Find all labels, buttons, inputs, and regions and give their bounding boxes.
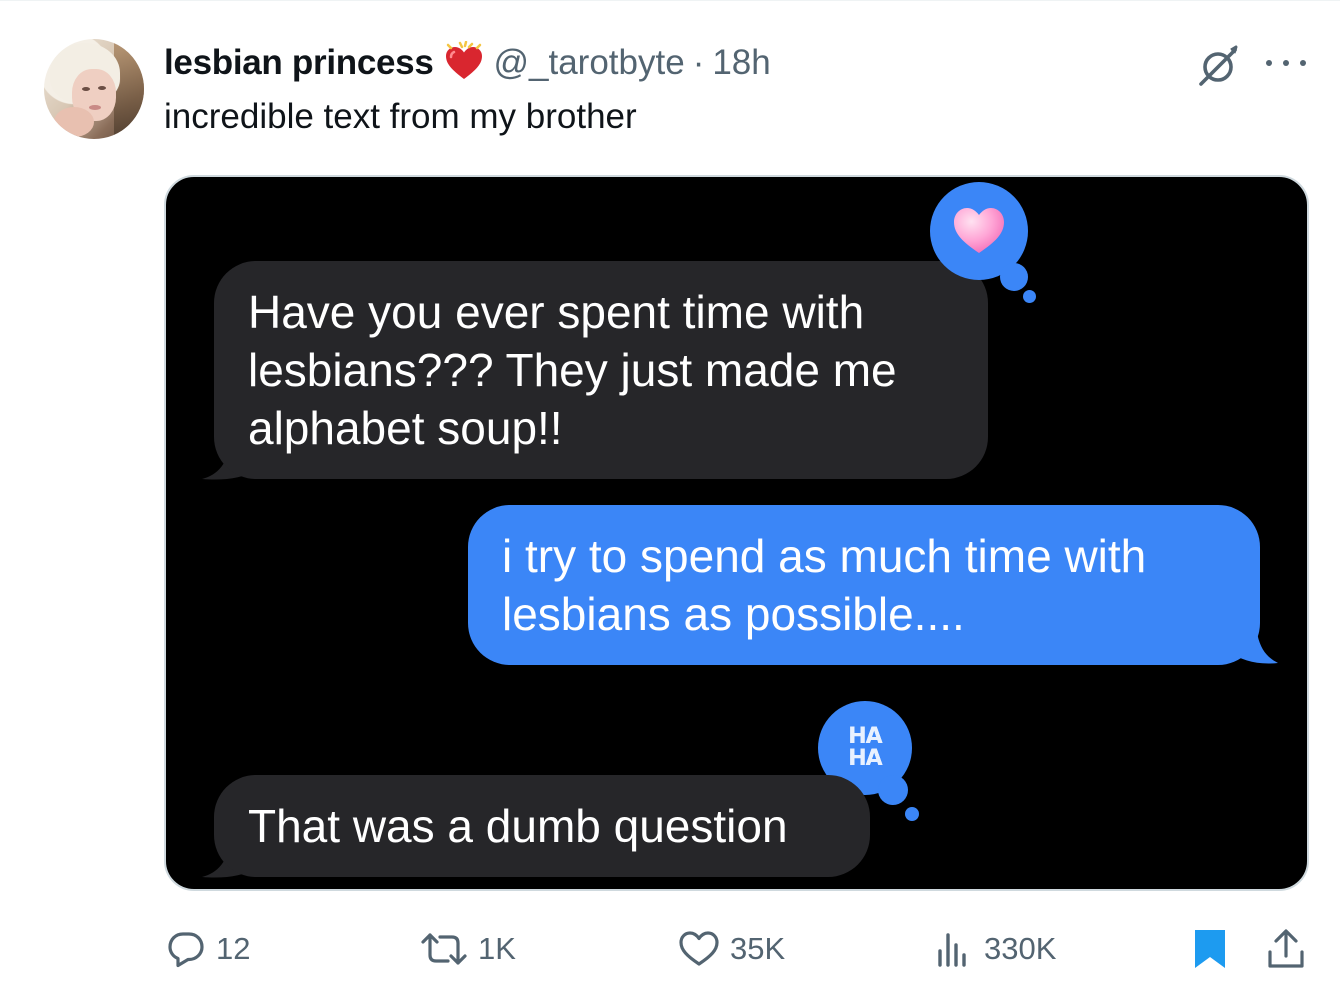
repost-button[interactable]: 1K	[420, 921, 516, 977]
message-line: i try to spend as much time with	[502, 530, 1147, 582]
bookmark-button[interactable]	[1192, 921, 1228, 977]
separator-dot: ·	[692, 43, 705, 82]
message-line: alphabet soup!!	[248, 402, 563, 454]
share-button[interactable]	[1266, 921, 1306, 977]
tweet-header: lesbian princess @_tarotbyte · 18h	[164, 40, 771, 85]
haha-icon: HA HA	[848, 724, 882, 771]
reaction-tail-dot	[1023, 290, 1036, 303]
heart-badge-icon	[442, 40, 486, 85]
views-count: 330K	[984, 931, 1057, 966]
display-name[interactable]: lesbian princess	[164, 43, 434, 83]
reaction-tail-dot	[905, 807, 919, 821]
message-received-1: Have you ever spent time with lesbians??…	[214, 261, 988, 479]
bookmark-icon	[1195, 930, 1225, 968]
grok-icon[interactable]	[1195, 43, 1241, 89]
message-received-2: That was a dumb question	[214, 775, 870, 877]
reply-button[interactable]: 12	[166, 921, 250, 977]
like-count: 35K	[730, 931, 786, 966]
avatar[interactable]	[44, 39, 144, 139]
message-line: Have you ever spent time with	[248, 286, 865, 338]
heart-icon	[679, 931, 719, 966]
reply-count: 12	[216, 931, 251, 966]
message-line: That was a dumb question	[248, 800, 788, 852]
message-line: lesbians??? They just made me	[248, 344, 897, 396]
more-options-icon[interactable]	[1266, 51, 1306, 75]
screenshot-media[interactable]: Have you ever spent time with lesbians??…	[164, 175, 1309, 891]
reaction-tail-dot	[1000, 263, 1028, 291]
tweet-card[interactable]: lesbian princess @_tarotbyte · 18h incre…	[0, 0, 1340, 996]
pink-heart-icon	[954, 208, 1004, 253]
views-icon	[938, 933, 966, 967]
like-button[interactable]: 35K	[678, 921, 785, 977]
repost-count: 1K	[478, 931, 516, 966]
share-icon	[1268, 929, 1304, 968]
reaction-tail-dot	[878, 775, 908, 805]
tweet-text: incredible text from my brother	[164, 97, 637, 136]
message-sent-1: i try to spend as much time with lesbian…	[468, 505, 1260, 665]
handle[interactable]: @_tarotbyte	[494, 43, 685, 83]
reply-icon	[168, 932, 204, 968]
message-line: lesbians as possible....	[502, 588, 965, 640]
timestamp[interactable]: 18h	[712, 43, 770, 83]
repost-icon	[421, 933, 467, 965]
views-button[interactable]: 330K	[934, 921, 1056, 977]
action-bar: 12 1K 35K 330K	[0, 921, 1340, 977]
